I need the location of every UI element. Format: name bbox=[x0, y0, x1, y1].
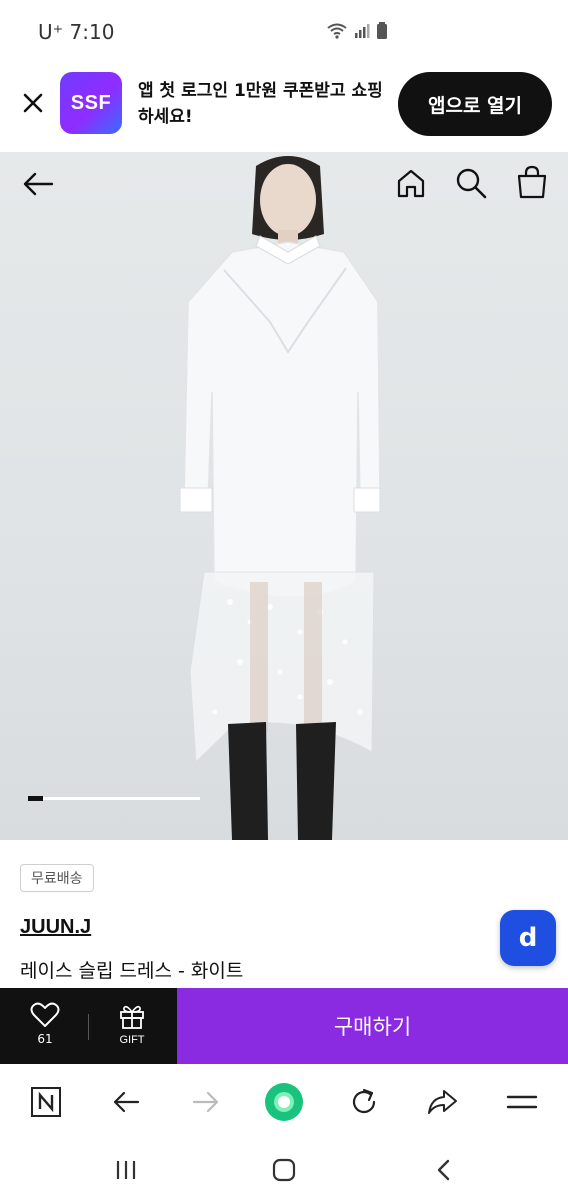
forward-icon bbox=[192, 1091, 219, 1113]
green-dot-icon bbox=[265, 1083, 303, 1121]
gift-icon bbox=[120, 1005, 144, 1029]
system-back-icon bbox=[437, 1159, 450, 1181]
recent-apps-icon bbox=[116, 1161, 136, 1179]
like-count: 61 bbox=[37, 1032, 53, 1046]
green-dot-button[interactable] bbox=[264, 1082, 304, 1122]
like-button[interactable]: 61 bbox=[18, 1002, 72, 1054]
purchase-bar: 61 GIFT 구매하기 bbox=[0, 988, 568, 1064]
close-banner-button[interactable] bbox=[18, 88, 48, 118]
product-image-carousel[interactable] bbox=[0, 152, 568, 840]
browser-back-button[interactable] bbox=[106, 1082, 146, 1122]
purchase-bar-actions: 61 GIFT bbox=[0, 988, 177, 1064]
recent-apps-button[interactable] bbox=[108, 1152, 144, 1188]
wifi-icon bbox=[327, 23, 347, 39]
browser-menu-button[interactable] bbox=[502, 1082, 542, 1122]
close-icon bbox=[23, 93, 43, 113]
heart-icon bbox=[30, 1002, 60, 1027]
brand-link[interactable]: JUUN.J bbox=[20, 916, 91, 939]
status-bar: U⁺ 7:10 bbox=[0, 0, 568, 66]
app-install-banner: SSF 앱 첫 로그인 1만원 쿠폰받고 쇼핑하세요! 앱으로 열기 bbox=[0, 66, 568, 152]
product-title: 레이스 슬립 드레스 - 화이트 bbox=[20, 960, 244, 982]
system-navigation-bar bbox=[0, 1138, 568, 1200]
cart-button[interactable] bbox=[514, 164, 550, 200]
shopping-bag-icon bbox=[517, 165, 547, 199]
ssf-app-logo: SSF bbox=[60, 72, 122, 134]
menu-icon bbox=[506, 1095, 538, 1109]
home-circle-icon bbox=[272, 1158, 296, 1182]
share-button[interactable] bbox=[422, 1082, 462, 1122]
carousel-progress-fill bbox=[28, 796, 44, 801]
search-icon bbox=[456, 168, 487, 199]
product-photo bbox=[179, 156, 381, 840]
signal-icon bbox=[355, 24, 370, 38]
carousel-progress bbox=[28, 796, 200, 801]
gift-label: GIFT bbox=[119, 1034, 145, 1046]
system-home-button[interactable] bbox=[266, 1152, 302, 1188]
divider bbox=[88, 1014, 89, 1040]
status-carrier-time: U⁺ 7:10 bbox=[38, 20, 115, 44]
system-back-button[interactable] bbox=[426, 1152, 462, 1188]
share-icon bbox=[428, 1090, 457, 1114]
status-icons bbox=[326, 22, 388, 40]
browser-forward-button[interactable] bbox=[186, 1082, 226, 1122]
floating-app-button[interactable]: d bbox=[500, 910, 556, 966]
back-arrow-icon bbox=[23, 172, 54, 196]
product-top-nav bbox=[0, 152, 568, 216]
purchase-button[interactable]: 구매하기 bbox=[177, 988, 568, 1064]
open-in-app-button[interactable]: 앱으로 열기 bbox=[398, 72, 552, 136]
gift-button[interactable]: GIFT bbox=[104, 1002, 160, 1054]
back-icon bbox=[113, 1091, 140, 1113]
product-info: 무료배송 JUUN.J 레이스 슬립 드레스 - 화이트 d bbox=[0, 840, 568, 988]
home-button[interactable] bbox=[394, 166, 428, 200]
back-button[interactable] bbox=[20, 166, 56, 202]
battery-icon bbox=[377, 22, 387, 39]
home-icon bbox=[397, 169, 425, 198]
search-button[interactable] bbox=[454, 166, 488, 200]
reload-icon bbox=[352, 1088, 376, 1114]
free-shipping-badge: 무료배송 bbox=[20, 864, 94, 892]
reload-button[interactable] bbox=[344, 1082, 384, 1122]
naver-n-icon bbox=[31, 1087, 61, 1117]
browser-toolbar bbox=[0, 1064, 568, 1138]
banner-message: 앱 첫 로그인 1만원 쿠폰받고 쇼핑하세요! bbox=[138, 81, 383, 127]
naver-home-button[interactable] bbox=[26, 1082, 66, 1122]
